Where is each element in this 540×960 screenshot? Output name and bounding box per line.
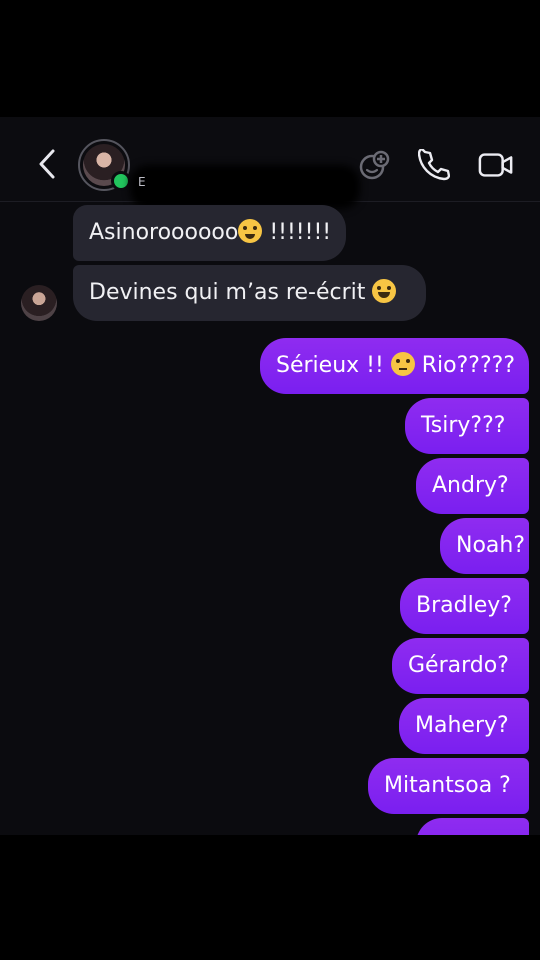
- message-incoming[interactable]: Asinoroooooo !!!!!!!: [73, 205, 346, 261]
- rolling-laughing-face-icon: [372, 279, 397, 303]
- message-text: Gérardo?: [408, 653, 509, 678]
- message-outgoing-partial[interactable]: [416, 818, 529, 835]
- eye-roll-face-icon: [390, 352, 415, 376]
- message-text: Rio?????: [414, 353, 516, 378]
- sender-avatar[interactable]: [21, 285, 57, 321]
- message-outgoing[interactable]: Noah?: [440, 518, 529, 574]
- message-text: Asinoroooooo: [89, 220, 239, 245]
- message-text: Devines qui m’as re-écrit: [89, 280, 373, 305]
- message-outgoing[interactable]: Sérieux !! Rio?????: [260, 338, 529, 394]
- message-text: Mitantsoa ?: [384, 773, 511, 798]
- message-text: !!!!!!!: [262, 220, 332, 245]
- message-outgoing[interactable]: Gérardo?: [392, 638, 529, 694]
- message-outgoing[interactable]: Mahery?: [399, 698, 529, 754]
- message-text: Mahery?: [415, 713, 509, 738]
- message-text: Sérieux !!: [276, 353, 391, 378]
- message-outgoing[interactable]: Mitantsoa ?: [368, 758, 529, 814]
- message-incoming[interactable]: Devines qui m’as re-écrit: [73, 265, 426, 321]
- chat-screen: E Asinoroooooo !!!!!!! Devines qui m’as …: [0, 117, 540, 835]
- crying-face-icon: [238, 219, 263, 243]
- message-outgoing[interactable]: Tsiry???: [405, 398, 529, 454]
- message-text: Tsiry???: [421, 413, 506, 438]
- message-outgoing[interactable]: Andry?: [416, 458, 529, 514]
- message-list[interactable]: Asinoroooooo !!!!!!! Devines qui m’as re…: [0, 117, 540, 835]
- message-text: Andry?: [432, 473, 509, 498]
- message-outgoing[interactable]: Bradley?: [400, 578, 529, 634]
- message-text: Bradley?: [416, 593, 512, 618]
- message-text: Noah?: [456, 533, 526, 558]
